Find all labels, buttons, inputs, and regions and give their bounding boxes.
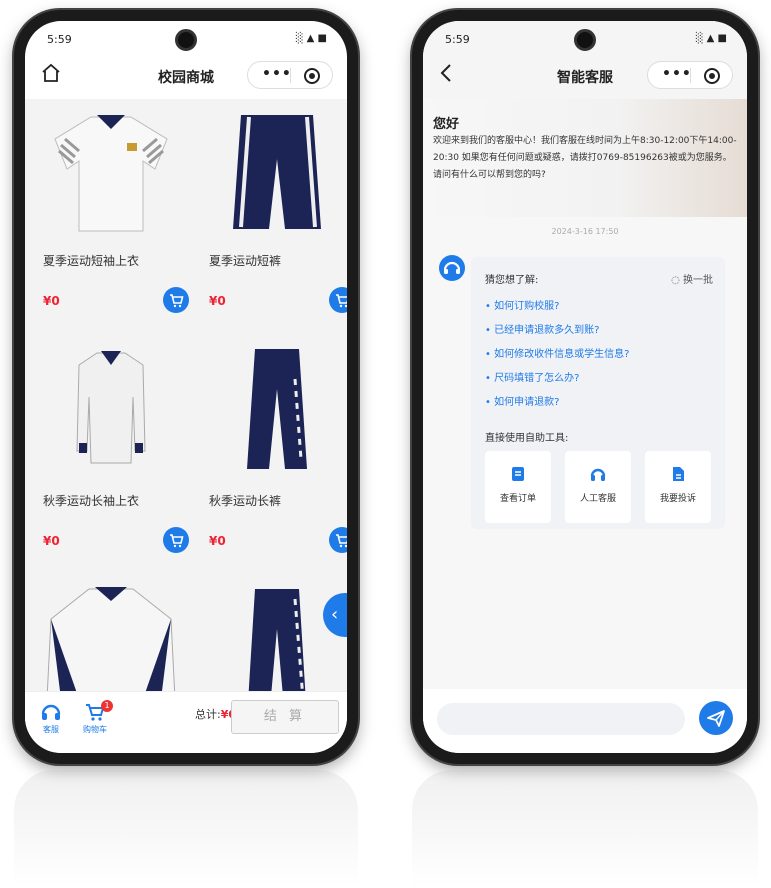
close-miniprogram-icon[interactable] (304, 68, 320, 84)
cart-badge: 1 (101, 700, 113, 712)
tool-view-orders[interactable]: 查看订单 (485, 451, 551, 523)
bot-avatar (439, 255, 465, 281)
product-name: 秋季运动长裤 (209, 494, 282, 508)
product-image (31, 99, 191, 239)
close-miniprogram-icon[interactable] (704, 68, 720, 84)
refresh-button[interactable]: ◌ 换一批 (671, 271, 713, 286)
service-tab-label: 客服 (43, 725, 59, 734)
capsule-menu: ••• (647, 61, 733, 89)
product-grid: 夏季运动短袖上衣 ¥0 夏季运动短裤 ¥0 秋季运动长袖上衣 ¥0 秋季运动长裤… (25, 99, 347, 720)
product-price: ¥0 (43, 294, 60, 308)
bot-message-bubble: 猜您想了解: ◌ 换一批 • 如何订购校服? • 已经申请退款多久到账? • 如… (471, 257, 725, 529)
more-icon[interactable]: ••• (662, 66, 692, 82)
camera-notch (574, 29, 596, 51)
tool-label: 我要投诉 (659, 494, 696, 504)
nav-bar: 智能客服 ••• (423, 55, 747, 99)
chat-screen: 5:59 ░ ▲ ■ 智能客服 ••• 您好 欢迎来到我们的客服中心！我们客服在… (423, 21, 747, 753)
shop-phone-frame: 5:59 ░ ▲ ■ 校园商城 ••• 夏季运动短袖上衣 ¥0 夏季运动短裤 ¥… (14, 10, 358, 764)
cart-tab-label: 购物车 (83, 725, 107, 734)
chat-phone-frame: 5:59 ░ ▲ ■ 智能客服 ••• 您好 欢迎来到我们的客服中心！我们客服在… (412, 10, 758, 764)
faq-link[interactable]: • 如何申请退款? (485, 393, 559, 408)
product-name: 夏季运动短裤 (209, 254, 282, 268)
product-image (197, 99, 347, 239)
status-time: 5:59 (445, 33, 470, 46)
status-icons: ░ ▲ ■ (695, 33, 727, 44)
status-icons: ░ ▲ ■ (295, 33, 327, 44)
tool-complaint[interactable]: 我要投诉 (645, 451, 711, 523)
chat-input-bar (423, 689, 747, 753)
cart-bar: 客服 1 购物车 总计:¥0 结 算 (25, 691, 347, 753)
welcome-message: 欢迎来到我们的客服中心！我们客服在线时间为上午8:30-12:00下午14:00… (433, 136, 737, 180)
send-button[interactable] (699, 701, 733, 735)
product-price: ¥0 (209, 534, 226, 548)
headset-icon (40, 702, 62, 722)
camera-notch (175, 29, 197, 51)
refresh-label: 换一批 (683, 275, 713, 286)
service-tab[interactable]: 客服 (31, 702, 71, 735)
agent-icon (589, 465, 607, 483)
faq-link[interactable]: • 如何修改收件信息或学生信息? (485, 345, 629, 360)
tool-label: 人工客服 (579, 494, 616, 504)
tool-human-agent[interactable]: 人工客服 (565, 451, 631, 523)
message-input[interactable] (437, 703, 685, 735)
more-icon[interactable]: ••• (262, 66, 292, 82)
cart-total: 总计:¥0 (195, 706, 236, 722)
guess-label: 猜您想了解: (485, 275, 539, 286)
product-image (197, 339, 347, 479)
product-price: ¥0 (209, 294, 226, 308)
product-name: 秋季运动长袖上衣 (43, 494, 140, 508)
faq-link[interactable]: • 如何订购校服? (485, 297, 559, 312)
product-price: ¥0 (43, 534, 60, 548)
greeting: 您好 (433, 117, 460, 132)
total-label: 总计: (195, 708, 221, 721)
welcome-banner: 您好 欢迎来到我们的客服中心！我们客服在线时间为上午8:30-12:00下午14… (423, 99, 747, 217)
status-time: 5:59 (47, 33, 72, 46)
product-name: 夏季运动短袖上衣 (43, 254, 140, 268)
add-to-cart-button[interactable] (163, 287, 189, 313)
faq-link[interactable]: • 已经申请退款多久到账? (485, 321, 599, 336)
add-to-cart-button[interactable] (329, 287, 347, 313)
tool-label: 查看订单 (499, 494, 536, 504)
cart-tab[interactable]: 1 购物车 (75, 700, 115, 735)
message-timestamp: 2024-3-16 17:50 (551, 227, 619, 236)
checkout-button[interactable]: 结 算 (231, 700, 339, 734)
refresh-icon: ◌ (671, 275, 683, 286)
add-to-cart-button[interactable] (163, 527, 189, 553)
faq-link[interactable]: • 尺码填错了怎么办? (485, 369, 579, 384)
shop-phone-reflection (14, 770, 358, 888)
complaint-icon (669, 465, 687, 483)
chat-phone-reflection (412, 770, 758, 888)
mockup-stage: 5:59 ░ ▲ ■ 校园商城 ••• 夏季运动短袖上衣 ¥0 夏季运动短裤 ¥… (0, 0, 771, 888)
order-icon (509, 465, 527, 483)
nav-bar: 校园商城 ••• (25, 55, 347, 99)
tools-label: 直接使用自助工具: (485, 433, 569, 444)
add-to-cart-button[interactable] (329, 527, 347, 553)
capsule-menu: ••• (247, 61, 333, 89)
shop-screen: 5:59 ░ ▲ ■ 校园商城 ••• 夏季运动短袖上衣 ¥0 夏季运动短裤 ¥… (25, 21, 347, 753)
product-image (31, 339, 191, 479)
